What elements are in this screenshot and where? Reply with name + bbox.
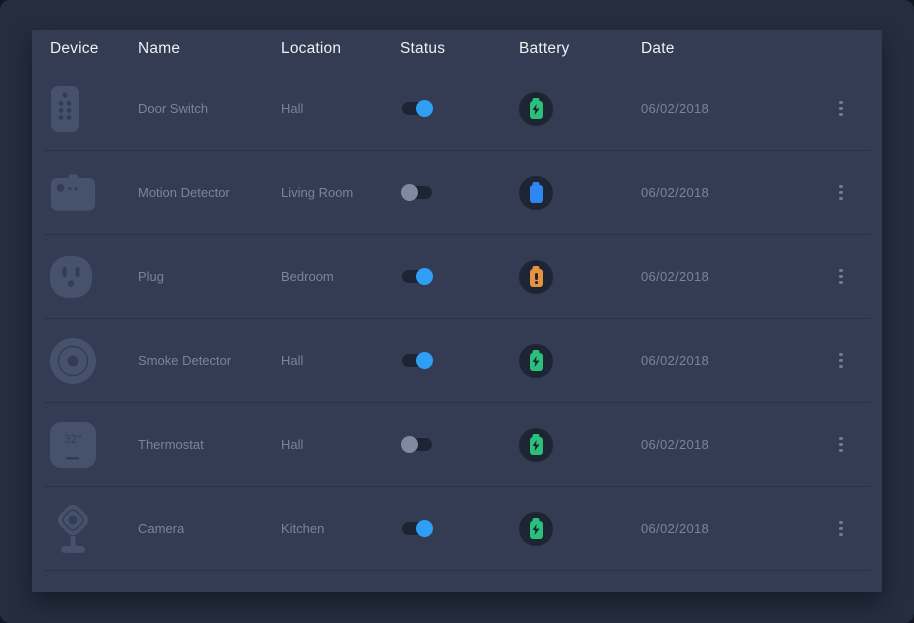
device-location: Bedroom: [281, 269, 400, 284]
device-name: Thermostat: [138, 437, 281, 452]
column-header-date: Date: [641, 40, 820, 58]
status-toggle[interactable]: [402, 522, 432, 535]
table-row: 32° Thermostat Hall 06/02/2018: [44, 403, 870, 487]
motion-detector-icon: [50, 174, 96, 212]
table-row: Camera Kitchen 06/02/2018: [44, 487, 870, 571]
low-battery-icon: [535, 273, 538, 280]
status-toggle[interactable]: [402, 354, 432, 367]
battery-indicator: [519, 260, 553, 294]
status-toggle[interactable]: [402, 438, 432, 451]
kebab-menu-icon[interactable]: [820, 180, 862, 205]
battery-indicator: [519, 92, 553, 126]
device-table: Device Name Location Status Battery Date: [32, 30, 882, 571]
plug-icon: [50, 256, 92, 298]
charging-bolt-icon: [533, 524, 540, 535]
device-table-card: Device Name Location Status Battery Date: [32, 30, 882, 592]
table-row: Door Switch Hall 06/02/2018: [44, 67, 870, 151]
column-header-device: Device: [50, 40, 138, 58]
toggle-knob: [416, 100, 433, 117]
status-toggle[interactable]: [402, 270, 432, 283]
status-toggle[interactable]: [402, 186, 432, 199]
battery-indicator: [519, 344, 553, 378]
charging-bolt-icon: [533, 440, 540, 451]
battery-indicator: [519, 176, 553, 210]
battery-icon: [530, 437, 543, 455]
remote-icon: [50, 85, 80, 133]
device-location: Hall: [281, 101, 400, 116]
device-name: Door Switch: [138, 101, 281, 116]
toggle-knob: [401, 184, 418, 201]
table-row: Plug Bedroom 06/02/2018: [44, 235, 870, 319]
device-date: 06/02/2018: [641, 521, 820, 536]
device-date: 06/02/2018: [641, 437, 820, 452]
thermostat-icon: 32°: [50, 422, 96, 468]
kebab-menu-icon[interactable]: [820, 516, 862, 541]
column-header-name: Name: [138, 40, 281, 58]
device-date: 06/02/2018: [641, 353, 820, 368]
camera-icon: [50, 502, 96, 556]
device-location: Hall: [281, 353, 400, 368]
device-name: Plug: [138, 269, 281, 284]
device-date: 06/02/2018: [641, 101, 820, 116]
kebab-menu-icon[interactable]: [820, 348, 862, 373]
device-location: Hall: [281, 437, 400, 452]
column-header-location: Location: [281, 40, 400, 58]
smoke-detector-icon: [50, 338, 96, 384]
device-name: Smoke Detector: [138, 353, 281, 368]
toggle-knob: [401, 436, 418, 453]
column-header-status: Status: [400, 40, 519, 58]
battery-icon: [530, 353, 543, 371]
charging-bolt-icon: [533, 356, 540, 367]
table-row: Motion Detector Living Room 06/02/2018: [44, 151, 870, 235]
device-location: Living Room: [281, 185, 400, 200]
toggle-knob: [416, 520, 433, 537]
column-header-battery: Battery: [519, 40, 641, 58]
battery-icon: [530, 101, 543, 119]
device-name: Motion Detector: [138, 185, 281, 200]
toggle-knob: [416, 352, 433, 369]
device-name: Camera: [138, 521, 281, 536]
app-screen: Device Name Location Status Battery Date: [0, 0, 914, 623]
charging-bolt-icon: [533, 104, 540, 115]
table-header-row: Device Name Location Status Battery Date: [44, 30, 870, 67]
device-date: 06/02/2018: [641, 185, 820, 200]
status-toggle[interactable]: [402, 102, 432, 115]
device-date: 06/02/2018: [641, 269, 820, 284]
kebab-menu-icon[interactable]: [820, 264, 862, 289]
device-location: Kitchen: [281, 521, 400, 536]
battery-indicator: [519, 512, 553, 546]
toggle-knob: [416, 268, 433, 285]
table-row: Smoke Detector Hall 06/02/2018: [44, 319, 870, 403]
battery-indicator: [519, 428, 553, 462]
kebab-menu-icon[interactable]: [820, 432, 862, 457]
thermostat-temperature: 32°: [64, 434, 81, 446]
battery-icon: [530, 521, 543, 539]
battery-icon: [530, 269, 543, 287]
battery-icon: [530, 185, 543, 203]
kebab-menu-icon[interactable]: [820, 96, 862, 121]
